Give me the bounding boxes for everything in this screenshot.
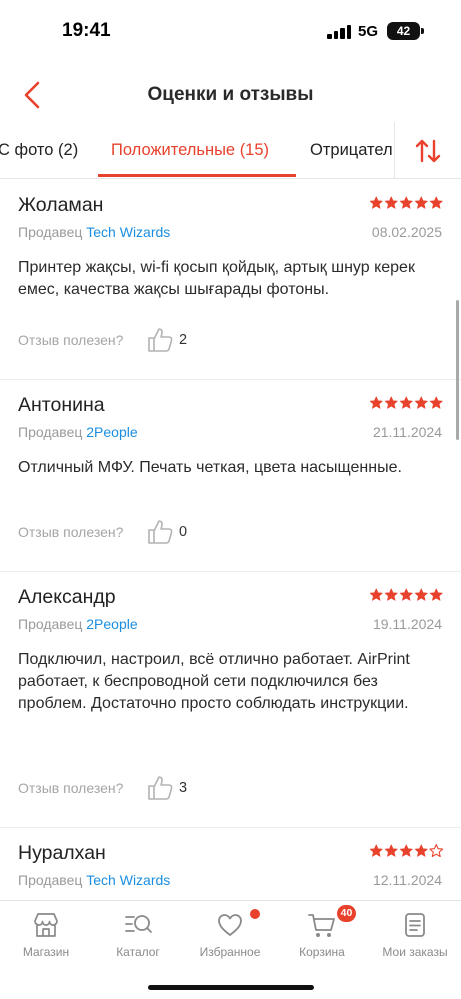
star-empty-icon [429, 844, 444, 858]
nav-label: Магазин [22, 945, 70, 959]
star-filled-icon [384, 396, 398, 409]
review-text: Подключил, настроил, всё отлично работае… [18, 651, 410, 712]
star-filled-icon [384, 844, 398, 857]
helpful-count: 0 [179, 524, 188, 540]
thumbs-up-button[interactable] [146, 518, 174, 546]
review-date: 19.11.2024 [372, 616, 442, 632]
tab-with-photo[interactable]: С фото (2) [0, 141, 78, 160]
header: Оценки и отзывы [0, 62, 461, 122]
sort-button[interactable] [394, 122, 461, 178]
seller-row: Продавец Tech Wizards [18, 872, 170, 888]
thumbs-up-button[interactable] [146, 774, 174, 802]
star-filled-icon [369, 396, 383, 409]
review-date: 08.02.2025 [371, 224, 442, 240]
review-card: Александр Продавец 2People 19.11.2024 По… [0, 572, 461, 828]
nav-label: Каталог [116, 945, 160, 959]
seller-link[interactable]: Tech Wizards [86, 224, 170, 240]
home-indicator [148, 985, 314, 990]
helpful-count: 2 [179, 332, 188, 348]
thumbs-up-icon [148, 520, 173, 544]
scrollbar[interactable] [456, 300, 459, 440]
review-card: Антонина Продавец 2People 21.11.2024 Отл… [0, 380, 461, 572]
star-filled-icon [399, 396, 413, 409]
tab-negative[interactable]: Отрицател [310, 141, 393, 160]
tab-positive[interactable]: Положительные (15) [111, 141, 269, 160]
star-filled-icon [414, 844, 428, 857]
star-filled-icon [414, 196, 428, 209]
reviewer-name: Антонина [18, 394, 105, 416]
star-filled-icon [399, 844, 413, 857]
status-time: 19:41 [62, 20, 111, 41]
star-filled-icon [369, 844, 383, 857]
star-filled-icon [384, 588, 398, 601]
star-filled-icon [369, 588, 383, 601]
nav-favorites[interactable]: Избранное [184, 909, 276, 967]
review-card: Жоламан Продавец Tech Wizards 08.02.2025… [0, 180, 461, 380]
rating-stars [369, 844, 444, 858]
star-filled-icon [414, 396, 428, 409]
thumbs-up-icon [148, 776, 173, 800]
catalog-search-icon [125, 915, 152, 933]
seller-prefix: Продавец [18, 224, 83, 240]
reviewer-name: Жоламан [18, 194, 104, 216]
review-text: Принтер жақсы, wi-fi қосып қойдық, артық… [18, 259, 415, 298]
heart-icon [218, 914, 242, 936]
nav-cart[interactable]: 40 Корзина [276, 905, 368, 967]
star-filled-icon [384, 196, 398, 209]
filter-tabs: С фото (2) Положительные (15) Отрицател [0, 122, 461, 179]
seller-prefix: Продавец [18, 872, 83, 888]
reviewer-name: Нуралхан [18, 842, 106, 864]
nav-label: Мои заказы [382, 945, 448, 959]
notification-dot [250, 909, 260, 919]
sort-arrows-icon [415, 139, 441, 163]
battery-nub [421, 28, 424, 34]
cart-icon [308, 914, 335, 937]
seller-row: Продавец 2People [18, 424, 138, 440]
helpful-label: Отзыв полезен? [18, 524, 124, 540]
reviews-list[interactable]: Жоламан Продавец Tech Wizards 08.02.2025… [0, 180, 461, 900]
helpful-label: Отзыв полезен? [18, 780, 124, 796]
page-title: Оценки и отзывы [147, 84, 314, 105]
seller-prefix: Продавец [18, 424, 83, 440]
rating-stars [369, 396, 444, 410]
reviewer-name: Александр [18, 586, 116, 608]
nav-store[interactable]: Магазин [0, 909, 92, 967]
nav-catalog[interactable]: Каталог [92, 909, 184, 967]
orders-icon [405, 913, 425, 937]
cart-count-badge: 40 [337, 905, 356, 922]
store-icon [34, 913, 58, 937]
nav-label: Избранное [199, 945, 261, 959]
seller-row: Продавец 2People [18, 616, 138, 632]
rating-stars [369, 588, 444, 602]
review-date: 12.11.2024 [372, 872, 442, 888]
network-type: 5G [358, 23, 379, 40]
seller-prefix: Продавец [18, 616, 83, 632]
thumbs-up-button[interactable] [146, 326, 174, 354]
seller-link[interactable]: Tech Wizards [86, 872, 170, 888]
review-date: 21.11.2024 [372, 424, 442, 440]
star-filled-icon [429, 396, 443, 409]
star-filled-icon [429, 196, 443, 209]
active-tab-indicator [98, 174, 296, 177]
nav-my-orders[interactable]: Мои заказы [369, 909, 461, 967]
star-filled-icon [414, 588, 428, 601]
rating-stars [369, 196, 444, 210]
thumbs-up-icon [148, 328, 173, 352]
helpful-label: Отзыв полезен? [18, 332, 124, 348]
battery-icon: 42 [387, 22, 420, 40]
seller-link[interactable]: 2People [86, 616, 137, 632]
review-card: Нуралхан Продавец Tech Wizards 12.11.202… [0, 828, 461, 900]
seller-row: Продавец Tech Wizards [18, 224, 170, 240]
helpful-count: 3 [179, 780, 188, 796]
review-text: Отличный МФУ. Печать четкая, цвета насыщ… [18, 459, 402, 476]
signal-icon [327, 25, 353, 39]
seller-link[interactable]: 2People [86, 424, 137, 440]
status-bar: 19:41 5G 42 [0, 0, 461, 62]
star-filled-icon [429, 588, 443, 601]
nav-label: Корзина [299, 945, 345, 959]
star-filled-icon [399, 196, 413, 209]
star-filled-icon [399, 588, 413, 601]
star-filled-icon [369, 196, 383, 209]
